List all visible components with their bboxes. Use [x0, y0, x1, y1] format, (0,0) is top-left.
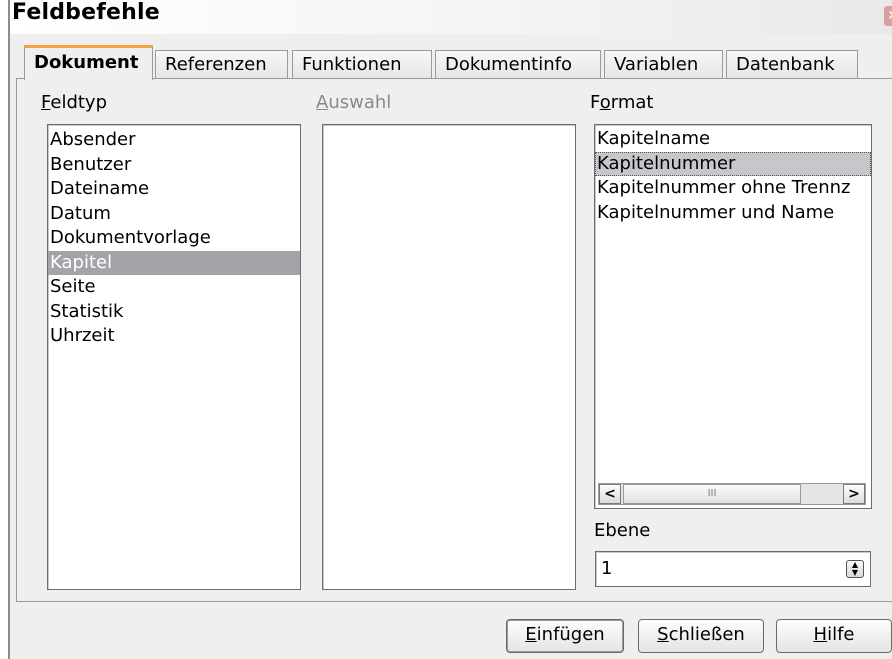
close-button[interactable]: Schließen [638, 619, 764, 653]
title-bar: Feldbefehle × [10, 0, 892, 34]
format-item[interactable]: Kapitelnummer ohne Trennz [595, 176, 871, 201]
tab-datenbank[interactable]: Datenbank [726, 50, 858, 78]
feldtyp-item[interactable]: Seite [48, 275, 300, 300]
feldtyp-item[interactable]: Kapitel [48, 250, 300, 275]
feldtyp-item[interactable]: Datum [48, 202, 300, 227]
tab-dokumentinfo[interactable]: Dokumentinfo [435, 50, 601, 78]
format-hscrollbar[interactable]: < III > [598, 483, 866, 505]
feldtyp-list[interactable]: Absender Benutzer Dateiname Datum Dokumentvo… [47, 124, 301, 590]
format-list[interactable]: Kapitelname Kapitelnummer Kapitelnummer oh… [594, 124, 872, 509]
format-item[interactable]: Kapitelnummer und Name [595, 201, 871, 226]
insert-button[interactable]: Einfügen [506, 619, 624, 653]
tab-referenzen[interactable]: Referenzen [155, 50, 288, 78]
ebene-label: Ebene [594, 520, 651, 541]
feldtyp-item[interactable]: Statistik [48, 300, 300, 325]
feldtyp-item[interactable]: Benutzer [48, 153, 300, 178]
auswahl-list[interactable] [322, 124, 576, 590]
help-button[interactable]: Hilfe [776, 619, 892, 653]
format-item[interactable]: Kapitelnummer [595, 151, 871, 176]
scroll-right-icon[interactable]: > [843, 484, 865, 504]
spin-updown-icon[interactable]: ▲ ▼ [846, 560, 864, 578]
format-label: Format [590, 92, 654, 113]
tab-dokument[interactable]: Dokument [24, 45, 153, 80]
feldtyp-item[interactable]: Uhrzeit [48, 324, 300, 349]
auswahl-label: Auswahl [316, 92, 392, 113]
feldtyp-item[interactable]: Dokumentvorlage [48, 226, 300, 251]
dialog-title: Feldbefehle [12, 0, 160, 25]
feldtyp-label: Feldtyp [41, 92, 108, 113]
tab-funktionen[interactable]: Funktionen [292, 50, 432, 78]
scroll-thumb[interactable]: III [623, 484, 801, 504]
feldtyp-item[interactable]: Dateiname [48, 177, 300, 202]
scroll-left-icon[interactable]: < [599, 484, 621, 504]
ebene-spinbox[interactable]: 1 ▲ ▼ [595, 551, 871, 587]
format-item[interactable]: Kapitelname [595, 127, 871, 152]
tab-variablen[interactable]: Variablen [604, 50, 723, 78]
dialog-window: Feldbefehle × Dokument Referenzen Funkti… [8, 0, 892, 659]
ebene-value: 1 [601, 558, 613, 579]
close-icon[interactable]: × [884, 6, 892, 26]
feldtyp-item[interactable]: Absender [48, 128, 300, 153]
